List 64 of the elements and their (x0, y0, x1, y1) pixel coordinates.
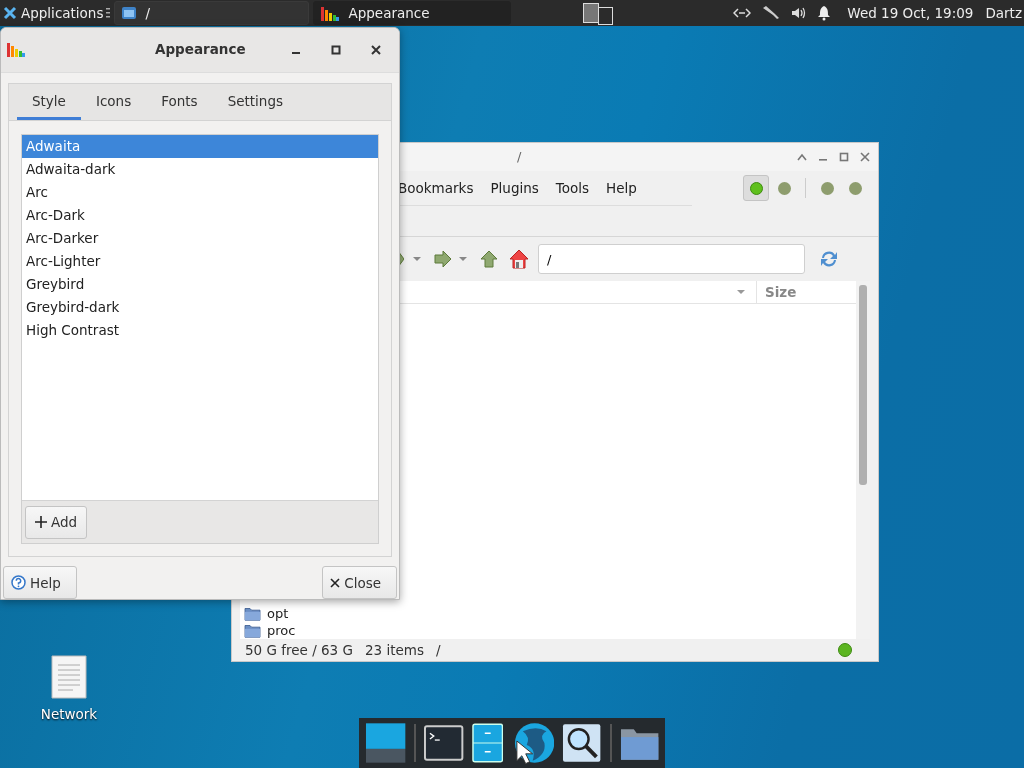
grip-icon (106, 7, 111, 19)
file-name[interactable]: proc (267, 622, 296, 639)
item-count-text: 23 items (364, 642, 424, 658)
close-icon[interactable] (371, 44, 381, 55)
list-item[interactable]: Greybird (22, 272, 378, 296)
maximize-icon[interactable] (331, 44, 341, 55)
list-item[interactable]: Adwaita-dark (22, 157, 378, 181)
menu-item[interactable]: Help (606, 180, 637, 196)
refresh-icon[interactable] (819, 249, 839, 269)
folder-icon (244, 623, 261, 638)
help-button[interactable]: Help (3, 566, 77, 599)
plus-icon (35, 516, 47, 528)
applications-menu[interactable]: Applications (0, 0, 106, 26)
up-arrow-icon[interactable] (480, 250, 498, 268)
list-item[interactable]: Arc-Lighter (22, 249, 378, 273)
list-item[interactable]: Arc-Darker (22, 226, 378, 250)
window-title: / (517, 149, 522, 164)
list-item[interactable]: Arc-Dark (22, 203, 378, 227)
menu-item[interactable]: Bookmarks (398, 180, 474, 196)
document-icon[interactable] (51, 655, 87, 699)
taskbar-button[interactable]: Appearance (313, 1, 512, 25)
palette-icon (320, 4, 341, 22)
workspace-switcher[interactable] (583, 1, 614, 25)
home-icon[interactable] (509, 249, 529, 269)
bell-icon[interactable] (817, 5, 832, 21)
close-button[interactable]: Close (322, 566, 397, 599)
folder-window-icon (121, 5, 138, 21)
dropdown-caret-icon[interactable] (458, 256, 468, 262)
path-text: / (435, 642, 441, 658)
terminal-icon[interactable] (424, 725, 464, 761)
file-name[interactable]: opt (267, 605, 289, 622)
tab[interactable]: Style (17, 83, 81, 120)
tab[interactable]: Settings (212, 83, 298, 120)
sort-caret-icon[interactable] (736, 289, 746, 295)
folder-icon (244, 606, 261, 621)
list-item[interactable]: Adwaita (22, 134, 378, 158)
list-item[interactable]: High Contrast (22, 318, 378, 342)
clock[interactable]: Wed 19 Oct, 19:09 (847, 5, 974, 21)
roll-up-icon[interactable] (797, 153, 807, 161)
close-icon (330, 577, 341, 588)
taskbar-button[interactable]: / (114, 1, 310, 25)
dropdown-caret-icon[interactable] (412, 256, 422, 262)
add-button[interactable]: Add (25, 505, 88, 539)
tab[interactable]: Fonts (146, 83, 213, 120)
menu-item[interactable]: Plugins (490, 180, 539, 196)
help-icon (11, 575, 26, 590)
user-name[interactable]: Dartz (985, 5, 1022, 21)
desktop-icon-label[interactable]: Network (40, 706, 98, 722)
list-item[interactable]: Greybird-dark (22, 295, 378, 319)
location-field[interactable]: / (538, 244, 805, 274)
show-desktop-icon[interactable] (365, 722, 407, 764)
volume-icon[interactable] (791, 6, 808, 20)
window-title: Appearance (155, 41, 246, 57)
magnifier-icon[interactable] (562, 723, 602, 763)
menu-item[interactable]: Tools (555, 180, 590, 196)
forward-arrow-icon[interactable] (434, 250, 452, 268)
status-dot-icon (838, 643, 852, 657)
network-icon[interactable] (733, 7, 752, 19)
free-space-text: 50 G free / 63 G (245, 642, 353, 658)
tab[interactable]: Icons (80, 83, 147, 120)
view-toggle-button[interactable] (743, 175, 769, 201)
list-item[interactable]: Arc (22, 180, 378, 204)
file-cabinet-icon[interactable] (471, 723, 504, 763)
x-logo-icon (3, 6, 17, 20)
